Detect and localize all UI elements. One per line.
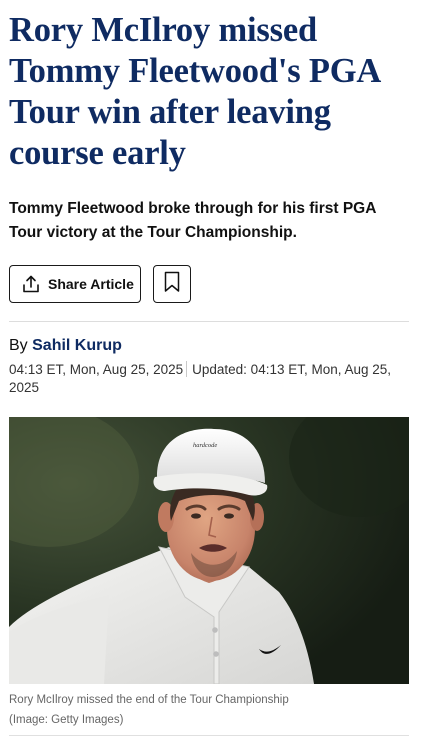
article-subheadline: Tommy Fleetwood broke through for his fi… [9, 200, 376, 241]
author-link[interactable]: Sahil Kurup [32, 337, 122, 354]
image-caption: Rory McIlroy missed the end of the Tour … [9, 690, 409, 730]
cap-logo-text: hardcode [193, 442, 217, 449]
divider [9, 321, 409, 322]
image-credit: (Image: Getty Images) [9, 714, 124, 726]
share-upload-icon [20, 273, 42, 295]
bookmark-icon [163, 271, 181, 298]
article-dates: 04:13 ET, Mon, Aug 25, 2025 Updated: 04:1… [9, 361, 404, 397]
byline: By Sahil Kurup [9, 335, 122, 357]
published-date: 04:13 ET, Mon, Aug 25, 2025 [9, 362, 184, 377]
byline-prefix: By [9, 337, 28, 354]
bookmark-button[interactable] [153, 265, 191, 303]
article-hero-image: hardcode [9, 417, 409, 684]
golfer-photo: hardcode [9, 417, 409, 684]
bottom-divider [9, 735, 409, 736]
caption-text: Rory McIlroy missed the end of the Tour … [9, 694, 289, 706]
date-separator [186, 361, 188, 377]
share-article-button[interactable]: Share Article [9, 265, 141, 303]
article-headline: Rory McIlroy missed Tommy Fleetwood's PG… [9, 11, 380, 172]
share-article-label: Share Article [48, 276, 134, 292]
